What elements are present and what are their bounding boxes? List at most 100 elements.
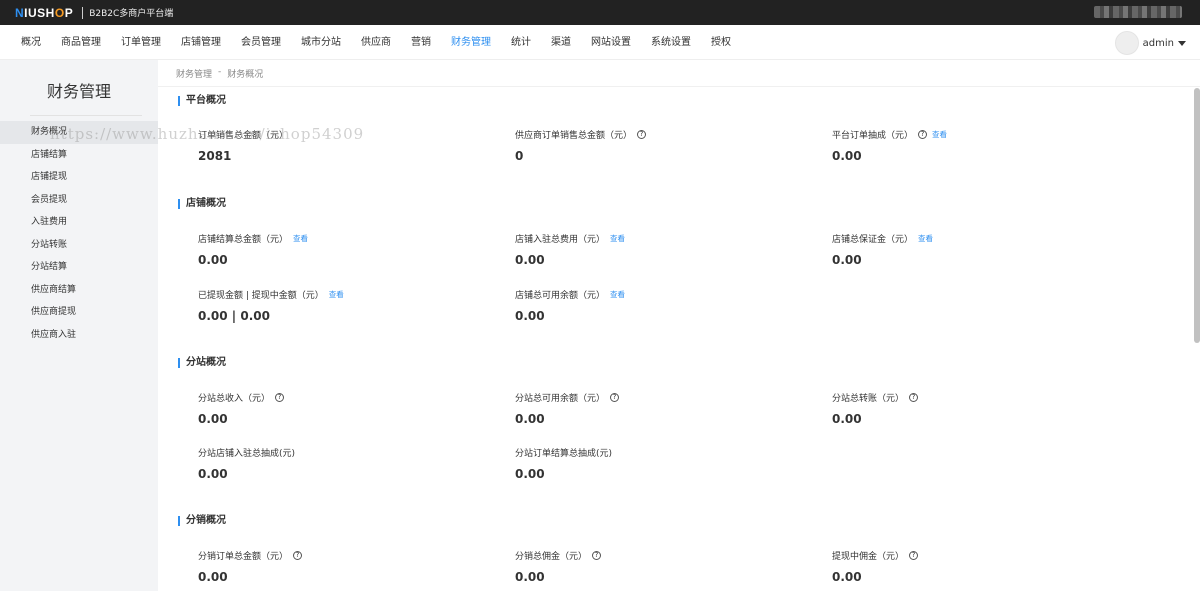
metric-shop-deposit-total: 店铺总保证金（元） 查看 0.00 (832, 232, 933, 267)
sidebar-item-member-withdrawal[interactable]: 会员提现 (0, 189, 158, 212)
nav-system-settings[interactable]: 系统设置 (641, 25, 701, 60)
nav-members[interactable]: 会员管理 (231, 25, 291, 60)
sidebar-item-shop-withdrawal[interactable]: 店铺提现 (0, 166, 158, 189)
metric-label: 分站总可用余额（元） (515, 394, 606, 404)
metric-shop-settlement-total: 店铺结算总金额（元） 查看 0.00 (198, 232, 308, 267)
help-icon[interactable]: ? (909, 393, 919, 402)
metric-shop-available-balance: 店铺总可用余额（元） 查看 0.00 (515, 288, 625, 323)
nav-supplier[interactable]: 供应商 (351, 25, 401, 60)
niushop-logo[interactable]: N IUSH O P (15, 6, 73, 20)
nav-goods[interactable]: 商品管理 (51, 25, 111, 60)
metric-value: 0 (515, 149, 524, 163)
breadcrumb-separator: - (218, 67, 222, 77)
sidebar-item-finance-overview[interactable]: 财务概况 (0, 121, 158, 144)
logo-letter-p: P (64, 5, 74, 20)
metric-label: 分站店铺入驻总抽成(元) (198, 449, 296, 459)
top-bar: N IUSH O P B2B2C多商户平台端 (0, 0, 1200, 25)
section-title-shop: 店铺概况 (178, 199, 226, 209)
metric-value: 0.00 (198, 412, 228, 426)
metric-substation-shop-entry-commission: 分站店铺入驻总抽成(元) 0.00 (198, 446, 295, 481)
view-link[interactable]: 查看 (932, 129, 947, 140)
nav-channel[interactable]: 渠道 (541, 25, 581, 60)
logo-letter-o: O (54, 5, 65, 20)
metric-value: 0.00 | 0.00 (198, 309, 270, 323)
metric-value: 0.00 (515, 412, 545, 426)
nav-marketing[interactable]: 营销 (401, 25, 441, 60)
breadcrumb-finance[interactable]: 财务管理 (176, 67, 212, 80)
sidebar-item-supplier-entry[interactable]: 供应商入驻 (0, 324, 158, 347)
nav-statistics[interactable]: 统计 (501, 25, 541, 60)
sidebar-item-supplier-withdrawal[interactable]: 供应商提现 (0, 301, 158, 324)
breadcrumb-current: 财务概况 (227, 70, 264, 80)
help-icon[interactable]: ? (275, 393, 285, 402)
breadcrumb-divider (158, 86, 1200, 87)
view-link[interactable]: 查看 (918, 233, 933, 244)
metric-label: 店铺结算总金额（元） (198, 235, 289, 245)
scrollbar[interactable] (1194, 88, 1200, 343)
metric-label: 分站总转账（元） (832, 394, 905, 404)
logo-letter-n: N (15, 5, 25, 20)
view-link[interactable]: 查看 (329, 289, 344, 300)
nav-authorization[interactable]: 授权 (701, 25, 741, 60)
section-title-platform: 平台概况 (178, 96, 226, 106)
sidebar-item-substation-settlement[interactable]: 分站结算 (0, 256, 158, 279)
help-icon[interactable]: ? (592, 551, 602, 560)
sidebar-item-entry-fees[interactable]: 入驻费用 (0, 211, 158, 234)
user-menu[interactable]: admin (1114, 31, 1186, 55)
blurred-user-info (1094, 6, 1182, 18)
metric-label: 分销总佣金（元） (515, 552, 588, 562)
metric-pending-withdrawal-commission: 提现中佣金（元）? 0.00 (832, 549, 919, 584)
content-area: 财务管理 - 财务概况 平台概况 订单销售总金额（元） 2081 供应商订单销售… (158, 60, 1200, 591)
help-icon[interactable]: ? (918, 130, 928, 139)
metric-label: 平台订单抽成（元） (832, 131, 914, 141)
metric-value: 0.00 (832, 570, 862, 584)
breadcrumb: 财务管理 - 财务概况 (176, 67, 263, 80)
metric-substation-income: 分站总收入（元）? 0.00 (198, 391, 285, 426)
metric-distribution-commission-total: 分销总佣金（元）? 0.00 (515, 549, 602, 584)
sidebar-item-supplier-settlement[interactable]: 供应商结算 (0, 279, 158, 302)
sidebar-item-substation-transfer[interactable]: 分站转账 (0, 234, 158, 257)
caret-down-icon (1178, 40, 1186, 46)
sidebar-item-shop-settlement[interactable]: 店铺结算 (0, 144, 158, 167)
nav-city-substation[interactable]: 城市分站 (291, 25, 351, 60)
metric-label: 分站订单结算总抽成(元) (515, 449, 613, 459)
help-icon[interactable]: ? (293, 551, 303, 560)
metric-withdrawn-pending: 已提现金额 | 提现中金额（元） 查看 0.00 | 0.00 (198, 288, 344, 323)
nav-overview[interactable]: 概况 (11, 25, 51, 60)
help-icon[interactable]: ? (909, 551, 919, 560)
metric-supplier-order-sales-total: 供应商订单销售总金额（元）? 0 (515, 128, 647, 163)
view-link[interactable]: 查看 (610, 233, 625, 244)
section-title-distribution: 分销概况 (178, 516, 226, 526)
metric-substation-order-settlement-commission: 分站订单结算总抽成(元) 0.00 (515, 446, 612, 481)
help-icon[interactable]: ? (637, 130, 647, 139)
metric-value: 0.00 (198, 253, 228, 267)
nav-shops[interactable]: 店铺管理 (171, 25, 231, 60)
metric-platform-commission: 平台订单抽成（元）? 查看 0.00 (832, 128, 947, 163)
main-nav: 概况 商品管理 订单管理 店铺管理 会员管理 城市分站 供应商 营销 财务管理 … (0, 25, 1200, 60)
logo-letters: IUSH (24, 5, 55, 20)
metric-substation-available-balance: 分站总可用余额（元）? 0.00 (515, 391, 620, 426)
metric-label: 店铺总保证金（元） (832, 235, 914, 245)
nav-website-settings[interactable]: 网站设置 (581, 25, 641, 60)
nav-finance[interactable]: 财务管理 (441, 25, 501, 60)
metric-value: 2081 (198, 149, 232, 163)
metric-label: 店铺总可用余额（元） (515, 291, 606, 301)
metric-label: 提现中佣金（元） (832, 552, 905, 562)
avatar (1114, 31, 1139, 55)
metric-label: 订单销售总金额（元） (198, 131, 289, 141)
username: admin (1142, 37, 1174, 49)
nav-orders[interactable]: 订单管理 (111, 25, 171, 60)
metric-value: 0.00 (198, 570, 228, 584)
metric-substation-transfer: 分站总转账（元）? 0.00 (832, 391, 919, 426)
metric-value: 0.00 (515, 467, 545, 481)
sidebar: 财务管理 财务概况 店铺结算 店铺提现 会员提现 入驻费用 分站转账 分站结算 … (0, 60, 158, 591)
metric-shop-entry-fee-total: 店铺入驻总费用（元） 查看 0.00 (515, 232, 625, 267)
metric-distribution-order-total: 分销订单总金额（元）? 0.00 (198, 549, 303, 584)
metric-label: 店铺入驻总费用（元） (515, 235, 606, 245)
metric-label: 供应商订单销售总金额（元） (515, 131, 633, 141)
view-link[interactable]: 查看 (293, 233, 308, 244)
metric-value: 0.00 (832, 149, 862, 163)
platform-name: B2B2C多商户平台端 (89, 9, 174, 19)
view-link[interactable]: 查看 (610, 289, 625, 300)
help-icon[interactable]: ? (610, 393, 620, 402)
